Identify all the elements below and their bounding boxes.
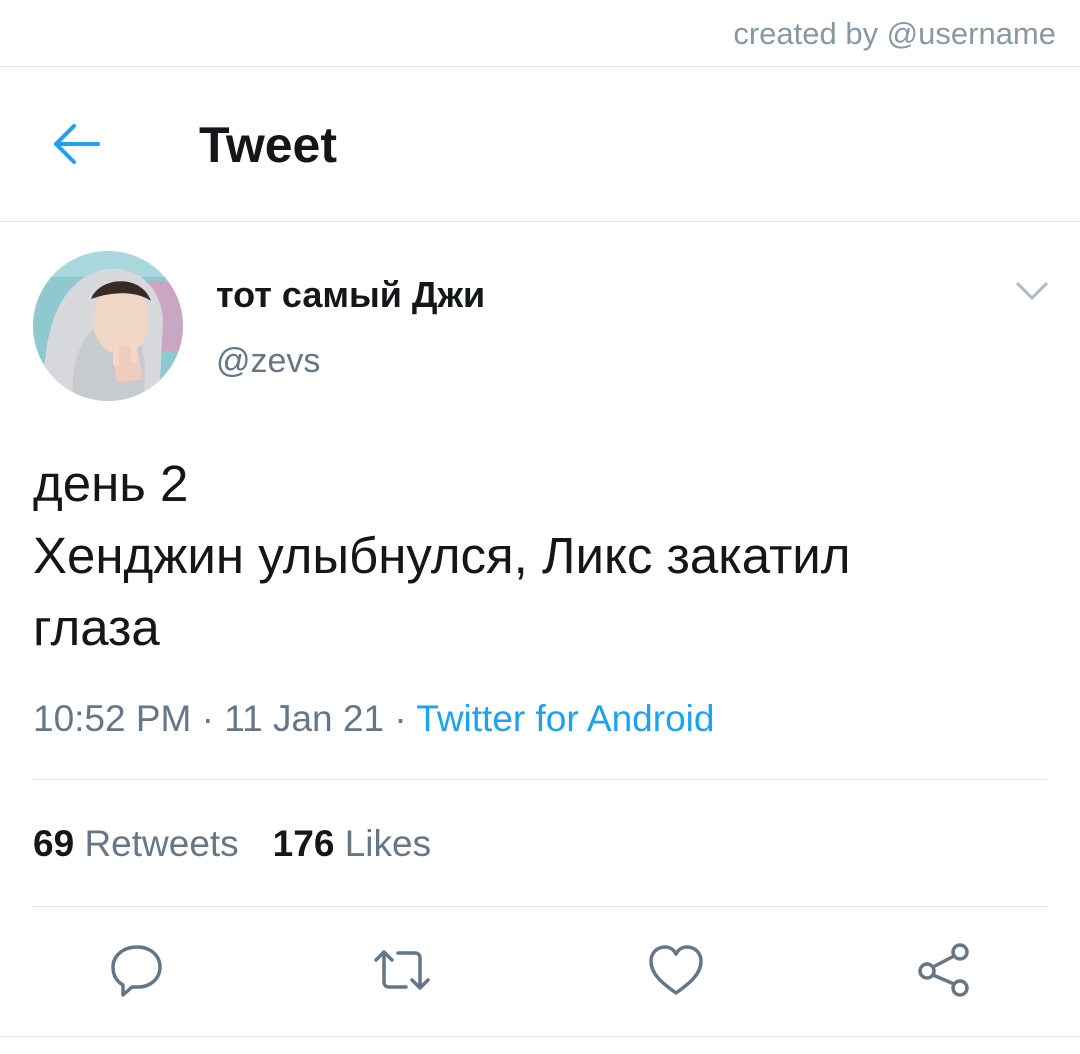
tweet-time: 10:52 PM [33,698,192,739]
tweet-date: 11 Jan 21 [224,698,385,739]
reply-icon [111,945,162,997]
avatar[interactable] [33,251,183,401]
back-button[interactable] [50,122,102,166]
tweet-text: день 2 Хенджин улыбнулся, Ликс закатил г… [33,448,1043,664]
share-icon [918,943,969,997]
author-handle: @zevs [216,342,321,380]
like-button[interactable] [644,938,708,1002]
meta-separator: · [384,698,417,739]
header-divider [0,221,1080,222]
tweet-meta: 10:52 PM · 11 Jan 21 · Twitter for Andro… [33,695,714,743]
credit-text: created by @username [733,16,1056,51]
likes-count: 176 [272,823,335,864]
tweet-text-line: Хенджин улыбнулся, Ликс закатил [33,527,851,584]
avatar-image [33,251,183,401]
bottom-divider [0,1036,1080,1037]
likes-label: Likes [344,823,432,864]
like-icon [649,945,703,995]
meta-divider [33,779,1047,780]
tweet-text-line: глаза [33,599,160,656]
share-button[interactable] [913,938,977,1002]
retweet-button[interactable] [370,938,434,1002]
chevron-down-icon [1016,282,1048,300]
tweet-text-line: день 2 [33,455,189,512]
tweet-source-link[interactable]: Twitter for Android [416,698,714,739]
arrow-left-icon [54,124,100,164]
likes-stat[interactable]: 176 Likes [273,820,431,868]
retweets-stat[interactable]: 69 Retweets [33,820,239,868]
header-bar: Tweet [0,67,1080,221]
stats-divider [33,906,1047,907]
reply-button[interactable] [105,938,169,1002]
page-title: Tweet [199,117,337,173]
tweet-options-button[interactable] [1010,276,1054,306]
retweet-icon [374,950,430,990]
author-display-name[interactable]: тот самый Джи [216,273,485,317]
retweets-count: 69 [33,823,75,864]
tweet-stats: 69 Retweets 176 Likes [33,820,431,868]
meta-separator: · [191,698,225,739]
retweets-label: Retweets [84,823,239,864]
